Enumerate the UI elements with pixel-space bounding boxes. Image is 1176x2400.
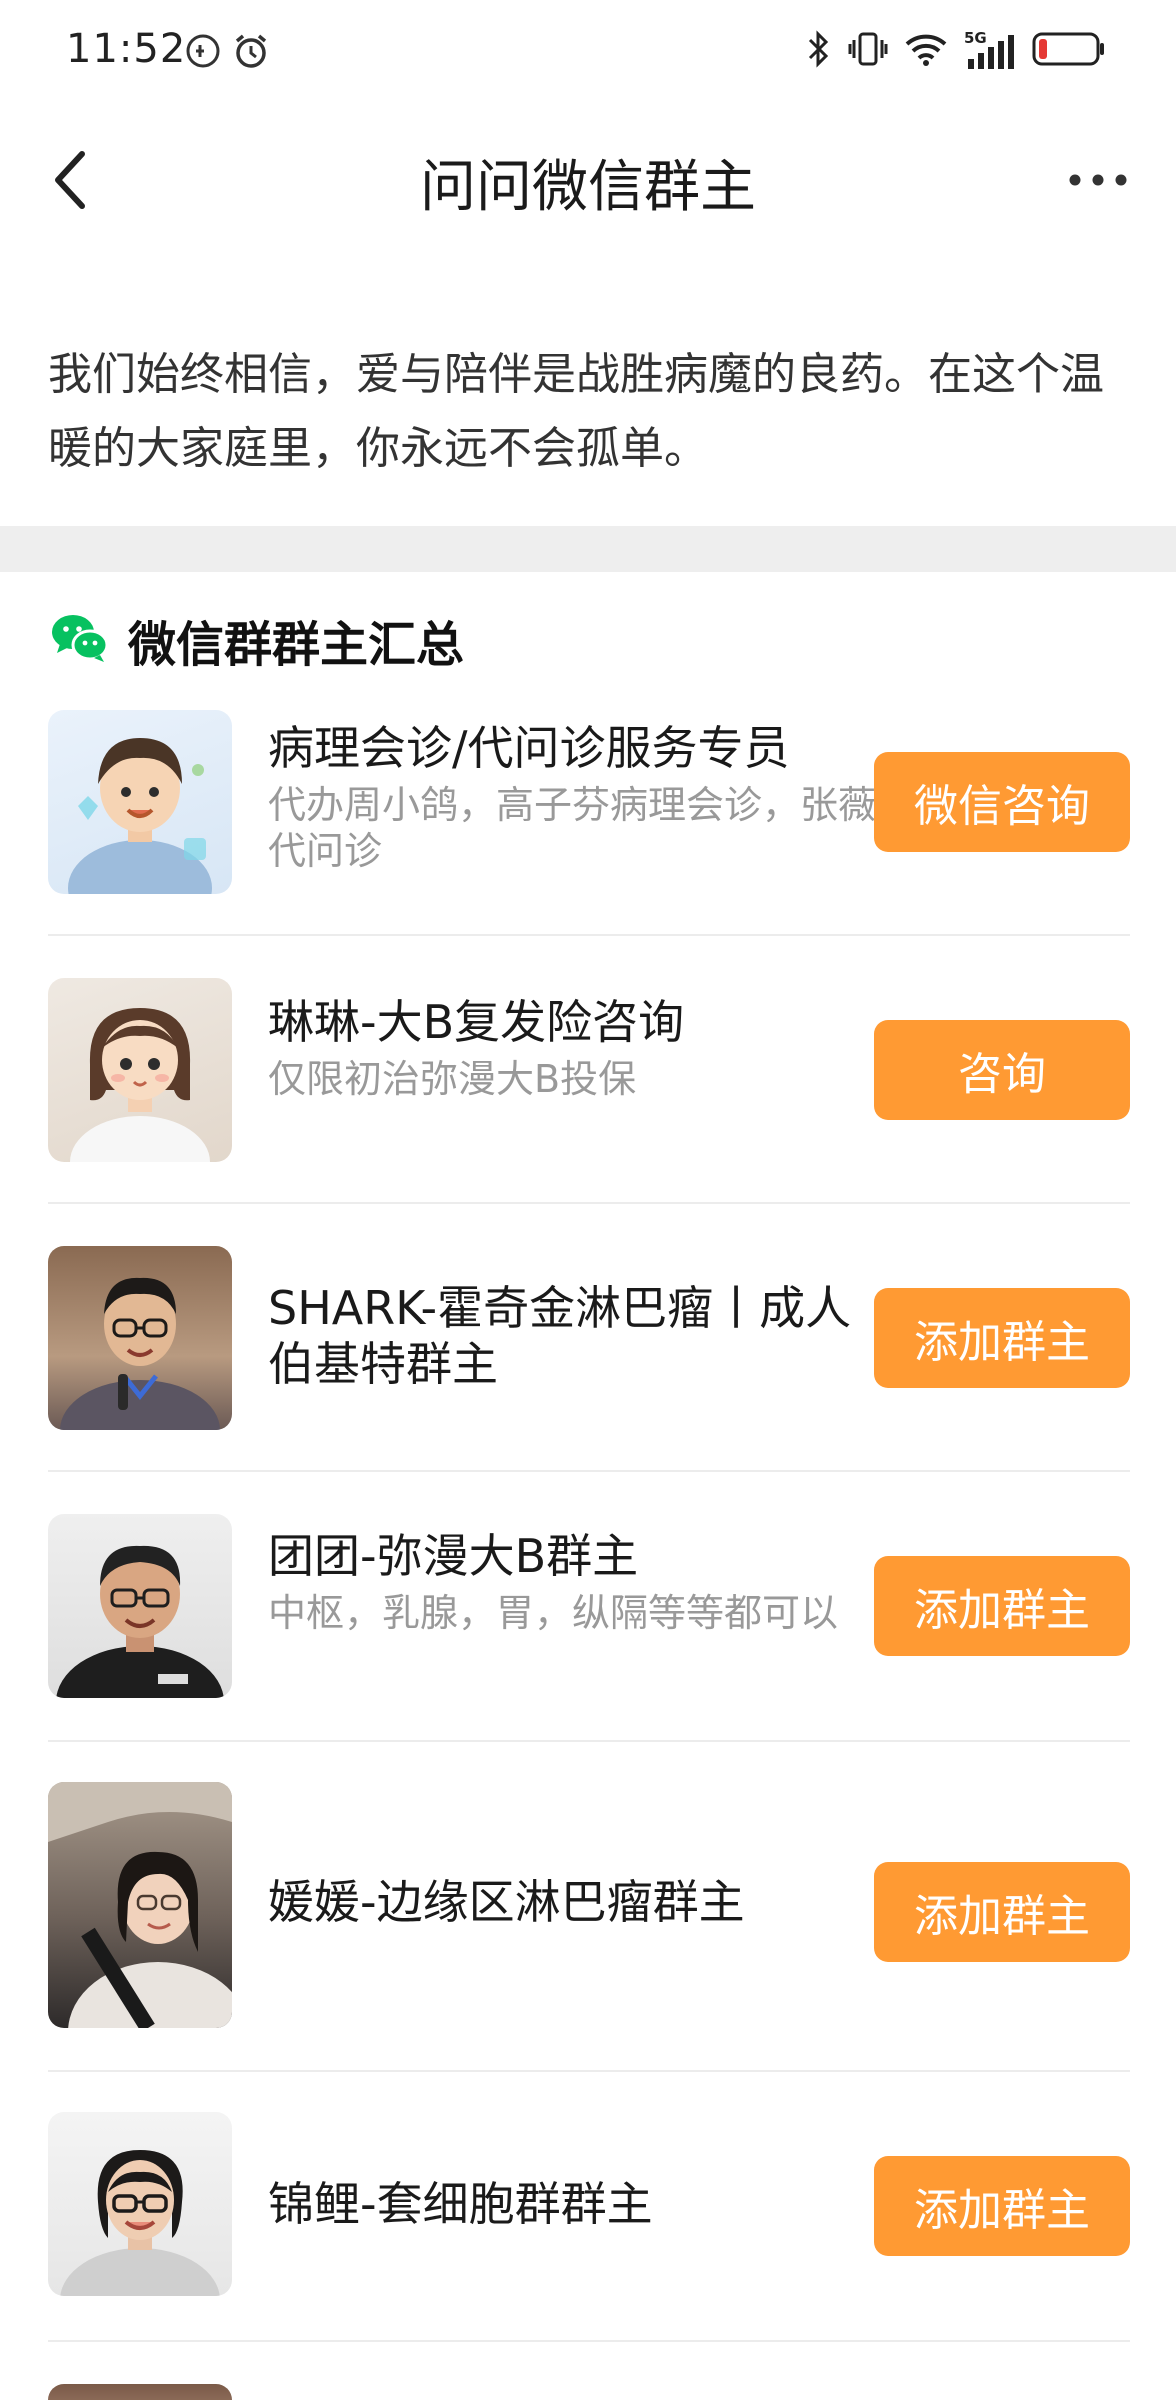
section-title: 微信群群主汇总 [128, 617, 465, 673]
item-description: 中枢，乳腺，胃，纵隔等等都可以 [268, 1591, 839, 1635]
battery-icon [1032, 30, 1106, 72]
woman-in-car-photo [48, 1782, 232, 2028]
item-title: 琳琳-大B复发险咨询 [268, 995, 685, 1049]
add-owner-button[interactable]: 添加群主 [874, 2156, 1130, 2256]
status-right-icons: 5G [806, 29, 1106, 72]
more-horizontal-icon [1069, 174, 1127, 186]
status-bar: 11:52 5G [0, 0, 1176, 100]
list-item: 团团-弥漫大B群主 中枢，乳腺，胃，纵隔等等都可以 添加群主 [48, 1472, 1130, 1742]
avatar [48, 2384, 232, 2400]
list-item: 媛媛-边缘区淋巴瘤群主 添加群主 [48, 1742, 1130, 2072]
alarm-icon [232, 32, 270, 74]
item-text: SHARK-霍奇金淋巴瘤丨成人伯基特群主 [268, 1280, 888, 1392]
consult-button[interactable]: 咨询 [874, 1020, 1130, 1120]
add-owner-button[interactable]: 添加群主 [874, 1556, 1130, 1656]
item-title: 媛媛-边缘区淋巴瘤群主 [268, 1875, 745, 1929]
woman-with-glasses-photo [48, 2112, 232, 2296]
status-left-icons [184, 32, 270, 74]
item-description: 仅限初治弥漫大B投保 [268, 1057, 637, 1101]
man-with-glasses-photo [48, 1246, 232, 1430]
list-item: 琳琳-大B复发险咨询 仅限初治弥漫大B投保 咨询 [48, 936, 1130, 1204]
wechat-icon [50, 611, 110, 669]
item-text: 病理会诊/代问诊服务专员 代办周小鸽，高子芬病理会诊，张薇代问诊 [268, 720, 888, 874]
item-title: 锦鲤-套细胞群群主 [268, 2177, 653, 2231]
man-black-shirt-photo [48, 1514, 232, 1698]
status-time: 11:52 [66, 26, 187, 72]
navigation-bar: 问问微信群主 [0, 100, 1176, 260]
section-divider [0, 526, 1176, 572]
signal-5g-icon: 5G [964, 29, 1016, 71]
list-item: SHARK-霍奇金淋巴瘤丨成人伯基特群主 添加群主 [48, 1204, 1130, 1472]
add-owner-button[interactable]: 添加群主 [874, 1288, 1130, 1388]
item-text: 琳琳-大B复发险咨询 仅限初治弥漫大B投保 [268, 994, 888, 1102]
cartoon-boy-avatar [48, 710, 232, 894]
bluetooth-icon [806, 30, 832, 72]
cartoon-girl-avatar [48, 978, 232, 1162]
add-owner-button[interactable]: 添加群主 [874, 1862, 1130, 1962]
list-item: 病理会诊/代问诊服务专员 代办周小鸽，高子芬病理会诊，张薇代问诊 微信咨询 [48, 700, 1130, 936]
group-owner-list: 病理会诊/代问诊服务专员 代办周小鸽，高子芬病理会诊，张薇代问诊 微信咨询 琳琳… [48, 700, 1130, 2400]
item-text: 锦鲤-套细胞群群主 [268, 2176, 888, 2232]
item-description: 代办周小鸽，高子芬病理会诊，张薇代问诊 [268, 783, 877, 873]
item-text: 媛媛-边缘区淋巴瘤群主 [268, 1874, 888, 1930]
section-header: 微信群群主汇总 [50, 604, 464, 676]
item-title: 团团-弥漫大B群主 [268, 1529, 639, 1583]
app-page: 11:52 5G 问问微信群主 我们始终相信，爱与陪伴是战胜病魔的良药。在这个温… [0, 0, 1176, 2400]
item-title: SHARK-霍奇金淋巴瘤丨成人伯基特群主 [268, 1281, 852, 1391]
intro-text: 我们始终相信，爱与陪伴是战胜病魔的良药。在这个温暖的大家庭里，你永远不会孤单。 [48, 349, 1104, 474]
item-text: 团团-弥漫大B群主 中枢，乳腺，胃，纵隔等等都可以 [268, 1528, 888, 1636]
list-item: 锦鲤-套细胞群群主 添加群主 [48, 2072, 1130, 2342]
list-item [48, 2342, 1130, 2400]
more-button[interactable] [1060, 144, 1136, 216]
notification-icon [184, 32, 222, 74]
wechat-consult-button[interactable]: 微信咨询 [874, 752, 1130, 852]
wifi-icon [904, 30, 948, 72]
page-title: 问问微信群主 [420, 155, 756, 220]
vibrate-icon [848, 30, 888, 72]
item-title: 病理会诊/代问诊服务专员 [268, 721, 790, 775]
